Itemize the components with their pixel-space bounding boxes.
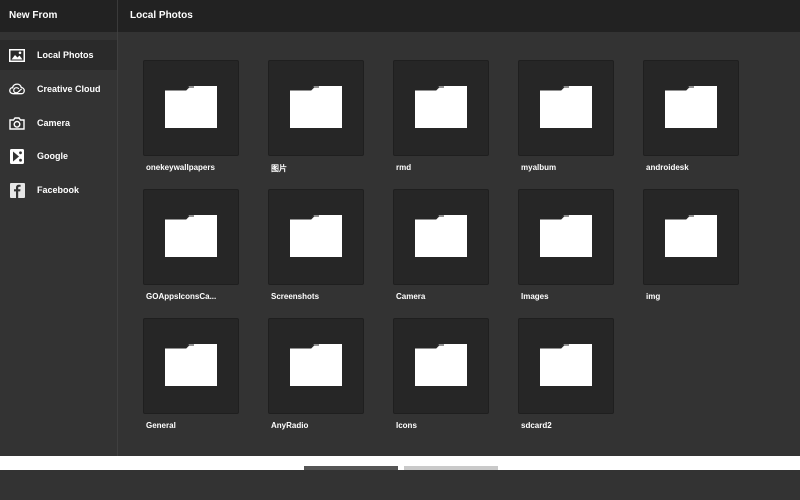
folder-icon (540, 215, 592, 257)
sidebar-item-camera[interactable]: Camera (0, 108, 117, 138)
footer-button-left[interactable] (304, 466, 398, 470)
folder-label: rmd (396, 163, 412, 172)
sidebar-item-label: Camera (37, 118, 71, 128)
folder-icon (290, 344, 342, 386)
folder-icon (415, 215, 467, 257)
folder-tile[interactable] (518, 60, 614, 156)
folder-label: Images (521, 292, 549, 301)
sidebar-item-local-photos[interactable]: Local Photos (0, 40, 117, 70)
folder-icon (540, 344, 592, 386)
folder-tile[interactable] (643, 189, 739, 285)
folder-label: myalbum (521, 163, 557, 172)
sidebar-item-label: Facebook (37, 185, 80, 195)
footer-button-right[interactable] (404, 466, 498, 470)
folder-icon (165, 215, 217, 257)
folder-tile[interactable] (393, 318, 489, 414)
folder-tile[interactable] (393, 60, 489, 156)
folder-tile[interactable] (393, 189, 489, 285)
folder-tile[interactable] (143, 189, 239, 285)
folder-tile[interactable] (268, 60, 364, 156)
folder-icon (290, 86, 342, 128)
folder-icon (290, 215, 342, 257)
camera-icon (9, 115, 25, 131)
folder-icon (165, 344, 217, 386)
image-icon (9, 47, 25, 63)
facebook-icon (9, 182, 25, 198)
folder-label: sdcard2 (521, 421, 552, 430)
sidebar-item-label: Google (37, 151, 68, 161)
folder-icon (415, 86, 467, 128)
footer (0, 470, 800, 500)
folder-tile[interactable] (143, 60, 239, 156)
folder-tile[interactable] (643, 60, 739, 156)
folder-label: androidesk (646, 163, 689, 172)
folder-label: img (646, 292, 661, 301)
folder-tile[interactable] (143, 318, 239, 414)
folder-tile[interactable] (518, 318, 614, 414)
folder-label: GOAppsIconsCa... (146, 292, 217, 301)
folder-tile[interactable] (268, 318, 364, 414)
folder-label: Screenshots (271, 292, 320, 301)
folder-icon (165, 86, 217, 128)
sidebar-item-facebook[interactable]: Facebook (0, 175, 117, 205)
folder-icon (665, 215, 717, 257)
sidebar-item-creative-cloud[interactable]: Creative Cloud (0, 74, 117, 104)
folder-icon (415, 344, 467, 386)
folder-label: Icons (396, 421, 417, 430)
source-sidebar: Local Photos Creative Cloud Camera Googl… (0, 32, 118, 456)
sidebar-title: New From (0, 0, 117, 32)
sidebar-item-label: Local Photos (37, 50, 94, 60)
folder-icon (665, 86, 717, 128)
folder-grid: onekeywallpapers 图片 rmd myalbum androide… (118, 32, 800, 456)
folder-tile[interactable] (518, 189, 614, 285)
google-icon (9, 148, 25, 164)
folder-label: AnyRadio (271, 421, 309, 430)
page-title: Local Photos (118, 0, 800, 32)
sidebar-item-google[interactable]: Google (0, 141, 117, 171)
folder-label: 图片 (271, 164, 287, 173)
bottom-bar (0, 456, 800, 470)
folder-tile[interactable] (268, 189, 364, 285)
folder-label: General (146, 421, 176, 430)
sidebar-item-label: Creative Cloud (37, 84, 101, 94)
creative-cloud-icon (9, 81, 25, 97)
folder-icon (540, 86, 592, 128)
folder-label: Camera (396, 292, 426, 301)
folder-label: onekeywallpapers (146, 163, 215, 172)
